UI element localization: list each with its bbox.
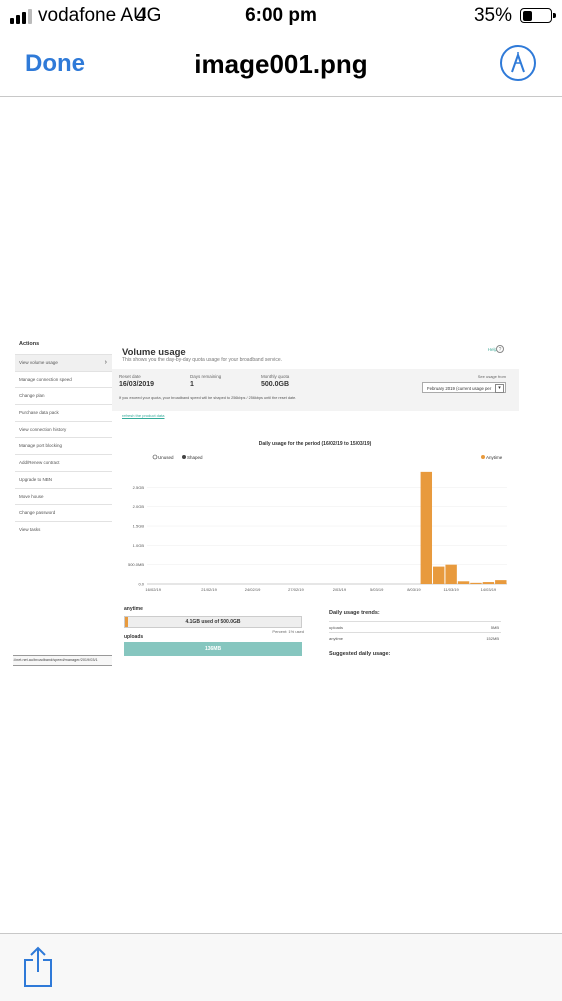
volume-subtitle: This shows you the day-by-day quota usag… [122, 357, 283, 363]
sidebar-item-view-tasks: View tasks [15, 520, 112, 538]
quota-info: Reset date 16/03/2019 Days remaining 1 M… [112, 369, 519, 411]
chart-bar [495, 580, 507, 584]
markup-pen-icon[interactable] [500, 45, 536, 81]
legend-marker-shaped [182, 455, 186, 459]
trend-row: anytime 152MB [329, 632, 501, 644]
chart-bar [457, 581, 470, 584]
legend-label: Anytime [486, 455, 503, 460]
document-title: image001.png [194, 49, 368, 79]
y-tick-label: 1.5GB [133, 524, 145, 529]
status-bar: vodafone AU 4G 6:00 pm 35% [0, 0, 562, 32]
reset-date-value: 16/03/2019 [119, 381, 155, 388]
chart-bar [482, 582, 495, 584]
trends-title: Daily usage trends: [329, 610, 380, 616]
legend-label: Shaped [187, 455, 203, 460]
chevron-right-icon: › [104, 359, 107, 366]
x-tick-label: 11/03/19 [443, 587, 459, 592]
uploads-bar: 136MB [124, 642, 302, 656]
sidebar-heading: Actions [19, 341, 40, 347]
see-usage-label: See usage from [477, 374, 506, 379]
bottom-toolbar [0, 933, 562, 1001]
share-icon[interactable] [22, 946, 54, 988]
quota-note: If you exceed your quota, your broadband… [119, 396, 297, 400]
anytime-gauge: 4.1GB used of 500.0GB [124, 616, 302, 628]
days-remaining-label: Days remaining [190, 374, 222, 379]
x-tick-label: 16/02/19 [145, 587, 161, 592]
status-url: iiii.iinet.net.au/broadband/speed/manage… [13, 655, 115, 666]
x-tick-label: 5/03/19 [370, 587, 384, 592]
chart-bar [433, 566, 445, 584]
sidebar-item-manage-connection-speed: Manage connection speed [15, 370, 112, 388]
y-tick-label: 500.0MB [128, 562, 144, 567]
refresh-link: refresh the product data [122, 413, 165, 418]
x-tick-label: 2/03/19 [333, 587, 347, 592]
legend-label: Unused [158, 455, 174, 460]
uploads-label: uploads [124, 634, 144, 640]
sidebar-item-purchase-data-pack: Purchase data pack [15, 404, 112, 421]
volume-usage-panel: Volume usage This shows you the day-by-d… [112, 338, 519, 668]
chart-bar [420, 471, 433, 584]
y-tick-label: 1.0GB [133, 543, 145, 548]
help-icon: ? [496, 345, 504, 353]
anytime-percent: Percent: 1% used [272, 629, 304, 634]
legend-marker-unused [152, 454, 158, 460]
reset-date-label: Reset date [119, 374, 141, 379]
attachment-image: Actions View volume usage › Manage connec… [13, 338, 519, 668]
sidebar-item-renew-contract: Add/Renew contract [15, 454, 112, 471]
anytime-usage-text: 4.1GB used of 500.0GB [185, 619, 241, 625]
chart-title: Daily usage for the period (16/02/19 to … [259, 441, 372, 447]
legend-marker-anytime [481, 455, 485, 459]
battery-icon [520, 8, 556, 23]
monthly-quota-value: 500.0GB [261, 381, 290, 388]
x-tick-label: 21/02/19 [201, 587, 217, 592]
nav-bar: Done image001.png [0, 32, 562, 97]
sidebar-item-connection-history: View connection history [15, 420, 112, 438]
x-tick-label: 14/03/19 [481, 587, 497, 592]
sidebar-item-view-volume-usage: View volume usage › [15, 354, 112, 371]
sidebar-item-move-house: Move house [15, 487, 112, 505]
monthly-quota-label: Monthly quota [261, 374, 290, 379]
battery-percent: 35% [473, 5, 512, 26]
suggested-title: Suggested daily usage: [329, 651, 391, 657]
usage-summary: anytime 4.1GB used of 500.0GB Percent: 1… [124, 606, 304, 656]
x-tick-label: 8/03/19 [407, 587, 421, 592]
sidebar-item-port-blocking: Manage port blocking [15, 437, 112, 454]
sidebar-item-change-plan: Change plan [15, 387, 112, 404]
anytime-label: anytime [124, 606, 143, 612]
chart-bar [470, 582, 482, 584]
y-tick-label: 2.0GB [133, 504, 145, 509]
chevron-down-icon: ▾ [495, 384, 504, 393]
actions-sidebar: Actions View volume usage › Manage connec… [15, 338, 112, 658]
daily-usage-chart: Daily usage for the period (16/02/19 to … [128, 441, 507, 592]
period-select: February 2019 (current usage per ▾ [422, 382, 506, 393]
chart-bar [445, 564, 457, 584]
days-remaining-value: 1 [190, 381, 194, 388]
y-tick-label: 0.0 [138, 582, 144, 587]
x-tick-label: 24/02/19 [245, 587, 261, 592]
sidebar-item-change-password: Change password [15, 504, 112, 521]
x-tick-label: 27/02/19 [288, 587, 304, 592]
y-tick-label: 2.5GB [133, 485, 145, 490]
sidebar-item-upgrade-nbn: Upgrade to NBN [15, 470, 112, 488]
daily-trends: Daily usage trends: uploads 5MB anytime 15… [329, 610, 501, 657]
